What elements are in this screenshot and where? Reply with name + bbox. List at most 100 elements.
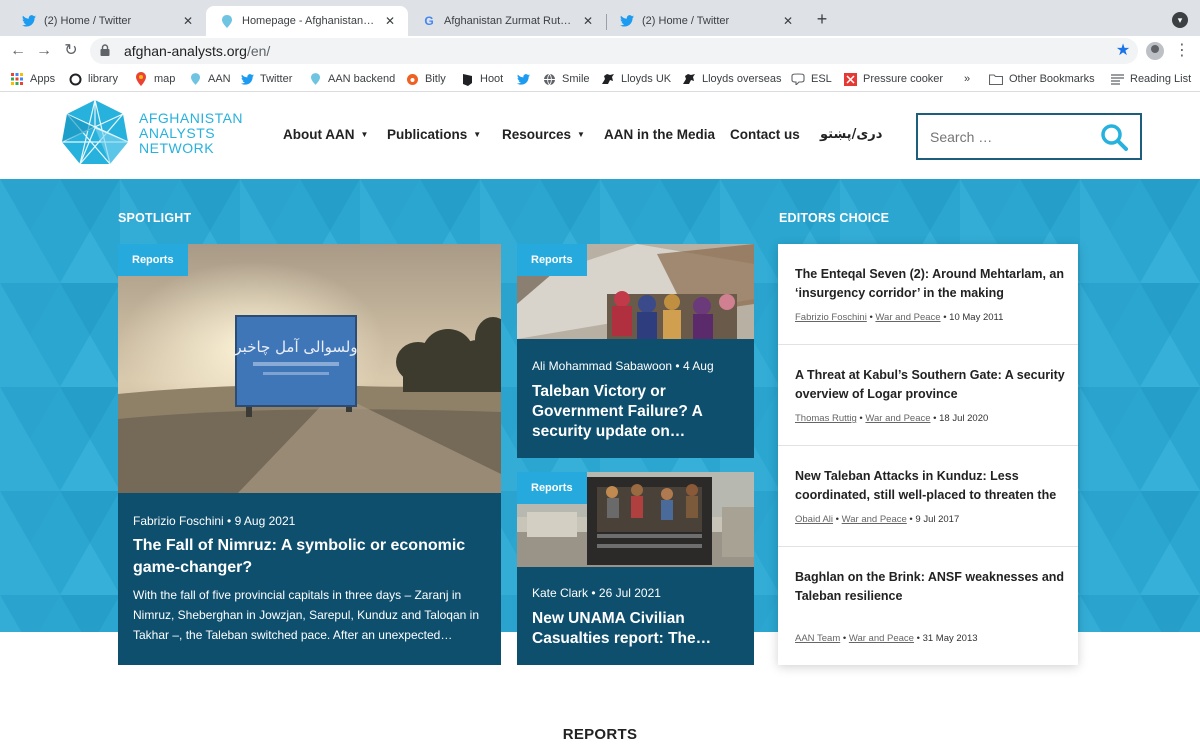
item-date: 18 Jul 2020 — [939, 413, 989, 424]
close-icon[interactable]: ✕ — [180, 14, 196, 28]
search-input[interactable] — [930, 128, 1090, 145]
bookmark-bitly[interactable]: Bitly — [405, 71, 446, 87]
browser-menu-icon[interactable]: ⋮ — [1174, 40, 1190, 62]
bookmark-lloyds-uk[interactable]: Lloyds UK — [601, 71, 671, 87]
nav-aan-in-media[interactable]: AAN in the Media — [604, 127, 715, 142]
url-host: afghan-analysts.org — [124, 43, 247, 59]
spotlight-side-card[interactable]: Reports Kate Clark • 26 Jul 2021 New UNA… — [517, 472, 754, 665]
bookmark-other[interactable]: Other Bookmarks — [989, 71, 1095, 87]
reload-icon[interactable]: ↻ — [60, 40, 82, 62]
spotlight-side-card[interactable]: Reports Ali Mohammad Sabawoon • 4 Aug Ta… — [517, 244, 754, 458]
aan-icon — [308, 72, 322, 86]
bookmark-label: Smile — [562, 73, 590, 85]
browser-tab-twitter-2[interactable]: (2) Home / Twitter ✕ — [606, 6, 806, 36]
spotlight-main-card[interactable]: ولسوالی آمل چاخبر Reports Fabrizio Fosch… — [118, 244, 501, 665]
category-link[interactable]: War and Peace — [875, 312, 940, 323]
editors-choice-item[interactable]: New Taleban Attacks in Kunduz: Less coor… — [778, 446, 1078, 547]
bookmark-lloyds-overseas[interactable]: Lloyds overseas — [682, 71, 782, 87]
nav-contact[interactable]: Contact us — [730, 127, 800, 142]
article-meta: Kate Clark • 26 Jul 2021 — [532, 586, 661, 600]
lock-icon[interactable] — [100, 43, 116, 59]
bookmark-aan-backend[interactable]: AAN backend — [308, 71, 395, 87]
tab-title: Homepage - Afghanistan Analysts Network — [242, 15, 376, 27]
bookmark-label: Twitter — [260, 73, 293, 85]
article-meta: Ali Mohammad Sabawoon • 4 Aug — [532, 359, 714, 373]
nav-dari-pashto[interactable]: دری/پښتو — [820, 127, 882, 142]
esl-icon — [791, 72, 805, 86]
category-tag[interactable]: Reports — [118, 244, 188, 276]
site-search[interactable] — [916, 113, 1142, 160]
item-date: 9 Jul 2017 — [915, 514, 960, 525]
bookmark-star-icon[interactable]: ★ — [1114, 40, 1132, 60]
browser-tab-twitter-1[interactable]: (2) Home / Twitter ✕ — [8, 6, 206, 36]
nav-resources[interactable]: Resources ▼ — [502, 127, 585, 142]
bookmark-map[interactable]: map — [134, 71, 175, 87]
bookmarks-bar: Apps library map AAN Twitter AAN backend… — [0, 66, 1200, 92]
reading-list-icon — [1110, 72, 1124, 86]
category-tag[interactable]: Reports — [517, 472, 587, 504]
aan-icon — [188, 72, 202, 86]
article-excerpt: With the fall of five provincial capital… — [133, 588, 479, 642]
author-link[interactable]: Fabrizio Foschini — [795, 312, 867, 323]
tab-search-button[interactable]: ▾ — [1172, 12, 1188, 28]
nav-label: Resources — [502, 127, 572, 142]
nav-about[interactable]: About AAN ▼ — [283, 127, 368, 142]
editors-choice-item[interactable]: A Threat at Kabul’s Southern Gate: A sec… — [778, 345, 1078, 446]
category-link[interactable]: War and Peace — [865, 413, 930, 424]
search-icon[interactable] — [1100, 123, 1128, 151]
editors-item-title[interactable]: The Enteqal Seven (2): Around Mehtarlam,… — [795, 265, 1065, 303]
author-link[interactable]: Thomas Ruttig — [795, 413, 857, 424]
bookmark-esl[interactable]: ESL — [791, 71, 832, 87]
aan-logo-icon[interactable] — [60, 98, 130, 168]
nav-label: Contact us — [730, 127, 800, 142]
article-title[interactable]: The Fall of Nimruz: A symbolic or econom… — [133, 535, 483, 579]
bookmark-library[interactable]: library — [68, 71, 118, 87]
profile-avatar[interactable] — [1146, 42, 1164, 60]
bookmark-smile[interactable]: Smile — [542, 71, 590, 87]
logo-line: NETWORK — [139, 140, 215, 156]
close-icon[interactable]: ✕ — [780, 14, 796, 28]
forward-arrow-icon[interactable]: → — [33, 40, 55, 62]
close-icon[interactable]: ✕ — [382, 14, 398, 28]
author-link[interactable]: AAN Team — [795, 633, 840, 644]
close-icon[interactable]: ✕ — [580, 14, 596, 28]
back-arrow-icon[interactable]: ← — [7, 40, 29, 62]
tab-title: (2) Home / Twitter — [642, 15, 730, 27]
editors-item-meta: Thomas Ruttig • War and Peace • 18 Jul 2… — [795, 413, 989, 424]
article-title[interactable]: Taleban Victory or Government Failure? A… — [532, 382, 742, 442]
bookmark-label: AAN backend — [328, 73, 396, 85]
bookmark-label: Lloyds overseas — [702, 73, 782, 85]
nimruz-sign-image: ولسوالی آمل چاخبر — [118, 244, 501, 493]
editors-item-title[interactable]: A Threat at Kabul’s Southern Gate: A sec… — [795, 366, 1065, 404]
twitter-icon — [620, 14, 634, 28]
reading-list[interactable]: Reading List — [1110, 71, 1191, 87]
author-link[interactable]: Obaid Ali — [795, 514, 833, 525]
bookmark-twitter[interactable]: Twitter — [240, 71, 292, 87]
article-title[interactable]: New UNAMA Civilian Casualties report: Th… — [532, 609, 742, 649]
folder-icon — [989, 72, 1003, 86]
bookmark-label: Pressure cooker — [863, 73, 944, 85]
browser-tab-aan[interactable]: Homepage - Afghanistan Analysts Network … — [206, 6, 408, 36]
bookmark-aan[interactable]: AAN — [188, 71, 231, 87]
editors-choice-item[interactable]: The Enteqal Seven (2): Around Mehtarlam,… — [778, 244, 1078, 345]
new-tab-button[interactable]: + — [812, 10, 832, 30]
bookmark-label: Lloyds UK — [621, 73, 672, 85]
apps-grid-icon — [10, 72, 24, 86]
category-link[interactable]: War and Peace — [842, 514, 907, 525]
bookmark-twitter-2[interactable] — [516, 71, 536, 87]
editors-choice-item[interactable]: Baghlan on the Brink: ANSF weaknesses an… — [778, 547, 1078, 665]
nav-publications[interactable]: Publications ▼ — [387, 127, 481, 142]
caret-down-icon: ▼ — [473, 130, 482, 139]
bookmark-label: Hoot — [480, 73, 504, 85]
bookmark-hoot[interactable]: Hoot — [460, 71, 503, 87]
bookmark-apps[interactable]: Apps — [10, 71, 55, 87]
category-tag[interactable]: Reports — [517, 244, 587, 276]
browser-tab-google[interactable]: G Afghanistan Zurmat Ruttig - Google Sea… — [408, 6, 606, 36]
address-bar[interactable]: afghan-analysts.org/en/ — [90, 38, 1138, 64]
bookmarks-overflow-button[interactable]: » — [964, 71, 970, 87]
editors-item-title[interactable]: Baghlan on the Brink: ANSF weaknesses an… — [795, 568, 1065, 606]
editors-item-title[interactable]: New Taleban Attacks in Kunduz: Less coor… — [795, 467, 1065, 505]
category-link[interactable]: War and Peace — [849, 633, 914, 644]
site-logo-text[interactable]: AFGHANISTAN ANALYSTS NETWORK — [139, 111, 243, 156]
bookmark-pressure-cooker[interactable]: Pressure cooker — [843, 71, 943, 87]
